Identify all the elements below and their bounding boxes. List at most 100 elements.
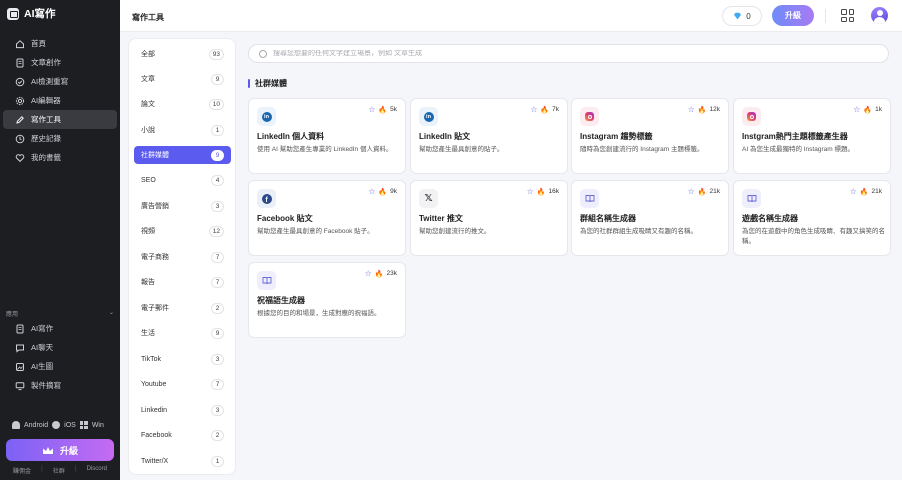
category-social-media[interactable]: 社群媒體 9	[134, 146, 231, 164]
page-title: 寫作工具	[132, 13, 164, 22]
nav-item-bookmarks[interactable]: 我的書籤	[3, 148, 117, 167]
tool-icon-wrap	[580, 107, 599, 126]
category-label: 文章	[141, 76, 155, 83]
nav-item-ai-detect[interactable]: AI檢測重寫	[3, 72, 117, 91]
tool-card[interactable]: ☆ 🔥 21k 群組名稱生成器 為您的社群群組生成吸睛又有趣的名稱。	[571, 180, 729, 256]
nav-item-article[interactable]: 文章創作	[3, 53, 117, 72]
star-icon[interactable]: ☆	[527, 187, 534, 196]
star-icon[interactable]: ☆	[365, 269, 372, 278]
tool-title: LinkedIn 個人資料	[257, 132, 325, 141]
tool-title: 祝福語生成器	[257, 296, 305, 305]
pen-icon	[15, 115, 25, 125]
apps-header-label: 應用	[6, 312, 19, 318]
star-icon[interactable]: ☆	[850, 187, 857, 196]
upgrade-label: 升級	[59, 445, 78, 456]
search-input[interactable]	[273, 50, 833, 57]
tool-card[interactable]: ☆ 🔥 23k 祝福語生成器 根據您的目的和場景，生成對應的祝福語。	[248, 262, 406, 338]
app-item-ai-image[interactable]: AI生圖	[3, 357, 117, 376]
category-report[interactable]: 報告 7	[134, 273, 231, 291]
section-title-label: 社群媒體	[255, 79, 287, 88]
search-bar[interactable]	[248, 44, 889, 63]
apps-grid-icon[interactable]	[841, 9, 854, 22]
document-icon	[15, 324, 25, 334]
sidebar-upgrade-button[interactable]: 升級	[6, 439, 114, 461]
nav-item-home[interactable]: 首頁	[3, 34, 117, 53]
app-item-summary[interactable]: 製件摘寫	[3, 376, 117, 395]
category-count: 2	[211, 429, 224, 441]
book-icon	[747, 195, 756, 203]
tool-title: Facebook 貼文	[257, 214, 313, 223]
crown-icon	[42, 446, 54, 455]
tool-card[interactable]: ☆ 🔥 21k 遊戲名稱生成器 為您的在遊戲中的角色生成吸睛、有趣又搞笑的名稱。	[733, 180, 891, 256]
category-count: 9	[211, 149, 224, 161]
tool-card[interactable]: in ☆ 🔥 7k LinkedIn 貼文 幫助您產生最具創意的貼子。	[410, 98, 568, 174]
category-label: SEO	[141, 176, 156, 184]
tool-desc: 為您的在遊戲中的角色生成吸睛、有趣又搞笑的名稱。	[742, 228, 885, 245]
platform-links: Android iOS Win	[12, 421, 104, 429]
tool-card[interactable]: in ☆ 🔥 5k LinkedIn 個人資料 使用 AI 幫助您產生專業的 L…	[248, 98, 406, 174]
category-youtube[interactable]: Youtube 7	[134, 375, 231, 393]
category-all[interactable]: 全部 93	[134, 45, 231, 63]
category-facebook[interactable]: Facebook 2	[134, 426, 231, 444]
apps-header[interactable]: 應用 ⌄	[6, 309, 114, 318]
footer-link-community[interactable]: 社群	[53, 466, 65, 475]
footer-link-commission[interactable]: 賺佣金	[13, 466, 31, 475]
app-logo[interactable]: AI寫作	[7, 6, 56, 21]
star-icon[interactable]: ☆	[688, 187, 695, 196]
platform-win[interactable]: Win	[92, 422, 104, 429]
category-twitter[interactable]: Twitter/X 1	[134, 452, 231, 470]
category-linkedin[interactable]: Linkedin 3	[134, 401, 231, 419]
category-ad-marketing[interactable]: 廣告營銷 3	[134, 197, 231, 215]
category-seo[interactable]: SEO 4	[134, 171, 231, 189]
category-life[interactable]: 生活 9	[134, 324, 231, 342]
tool-icon-wrap: f	[257, 189, 276, 208]
category-count: 7	[211, 251, 224, 263]
avatar[interactable]	[871, 7, 888, 24]
platform-ios[interactable]: iOS	[64, 422, 76, 429]
category-tiktok[interactable]: TikTok 3	[134, 350, 231, 368]
star-icon[interactable]: ☆	[853, 105, 860, 114]
tool-card[interactable]: ☆ 🔥 1k Instgram熱門主題標籤產生器 AI 為您生成最獨特的 Ins…	[733, 98, 891, 174]
category-article[interactable]: 文章 9	[134, 70, 231, 88]
category-count: 93	[208, 48, 224, 60]
star-icon[interactable]: ☆	[688, 105, 695, 114]
app-item-ai-chat[interactable]: AI聊天	[3, 338, 117, 357]
nav-item-history[interactable]: 歷史記錄	[3, 129, 117, 148]
tool-icon-wrap: 𝕏	[419, 189, 438, 208]
sidebar: AI寫作 首頁 文章創作 AI檢測重寫 AI編輯器 寫作工具 歷史記錄 我的書籤…	[0, 0, 120, 480]
app-item-ai-writing[interactable]: AI寫作	[3, 319, 117, 338]
category-email[interactable]: 電子郵件 2	[134, 299, 231, 317]
divider: |	[41, 466, 43, 472]
tool-uses: 12k	[709, 106, 720, 113]
search-icon	[259, 49, 267, 58]
windows-icon[interactable]	[79, 421, 88, 429]
fire-icon: 🔥	[697, 106, 707, 114]
category-essay[interactable]: 論文 10	[134, 95, 231, 113]
nav-item-writing-tools[interactable]: 寫作工具	[3, 110, 117, 129]
footer-link-discord[interactable]: Discord	[87, 466, 107, 475]
tool-meta: ☆ 🔥 9k	[368, 187, 397, 196]
header-upgrade-button[interactable]: 升級	[772, 5, 814, 26]
category-ecommerce[interactable]: 電子商務 7	[134, 248, 231, 266]
platform-android[interactable]: Android	[24, 422, 48, 429]
star-icon[interactable]: ☆	[530, 105, 537, 114]
nav-item-ai-editor[interactable]: AI編輯器	[3, 91, 117, 110]
star-icon[interactable]: ☆	[368, 187, 375, 196]
divider	[825, 9, 826, 23]
tool-icon-wrap	[257, 271, 276, 290]
star-icon[interactable]: ☆	[368, 105, 375, 114]
apple-icon[interactable]	[52, 421, 61, 429]
tool-card[interactable]: 𝕏 ☆ 🔥 16k Twitter 推文 幫助您創建流行的推文。	[410, 180, 568, 256]
category-label: 生活	[141, 330, 155, 337]
category-novel[interactable]: 小說 1	[134, 121, 231, 139]
tool-meta: ☆ 🔥 21k	[688, 187, 720, 196]
category-count: 4	[211, 174, 224, 186]
tool-uses: 21k	[871, 188, 882, 195]
category-video[interactable]: 視頻 12	[134, 222, 231, 240]
gem-balance[interactable]: 0	[722, 6, 762, 26]
tool-card[interactable]: f ☆ 🔥 9k Facebook 貼文 幫助您產生最具創意的 Facebook…	[248, 180, 406, 256]
tool-card[interactable]: ☆ 🔥 12k Instagram 趨勢標籤 隨時為您創建流行的 Instagr…	[571, 98, 729, 174]
android-icon[interactable]	[12, 421, 20, 429]
gear-icon	[15, 96, 25, 106]
tool-meta: ☆ 🔥 23k	[365, 269, 397, 278]
